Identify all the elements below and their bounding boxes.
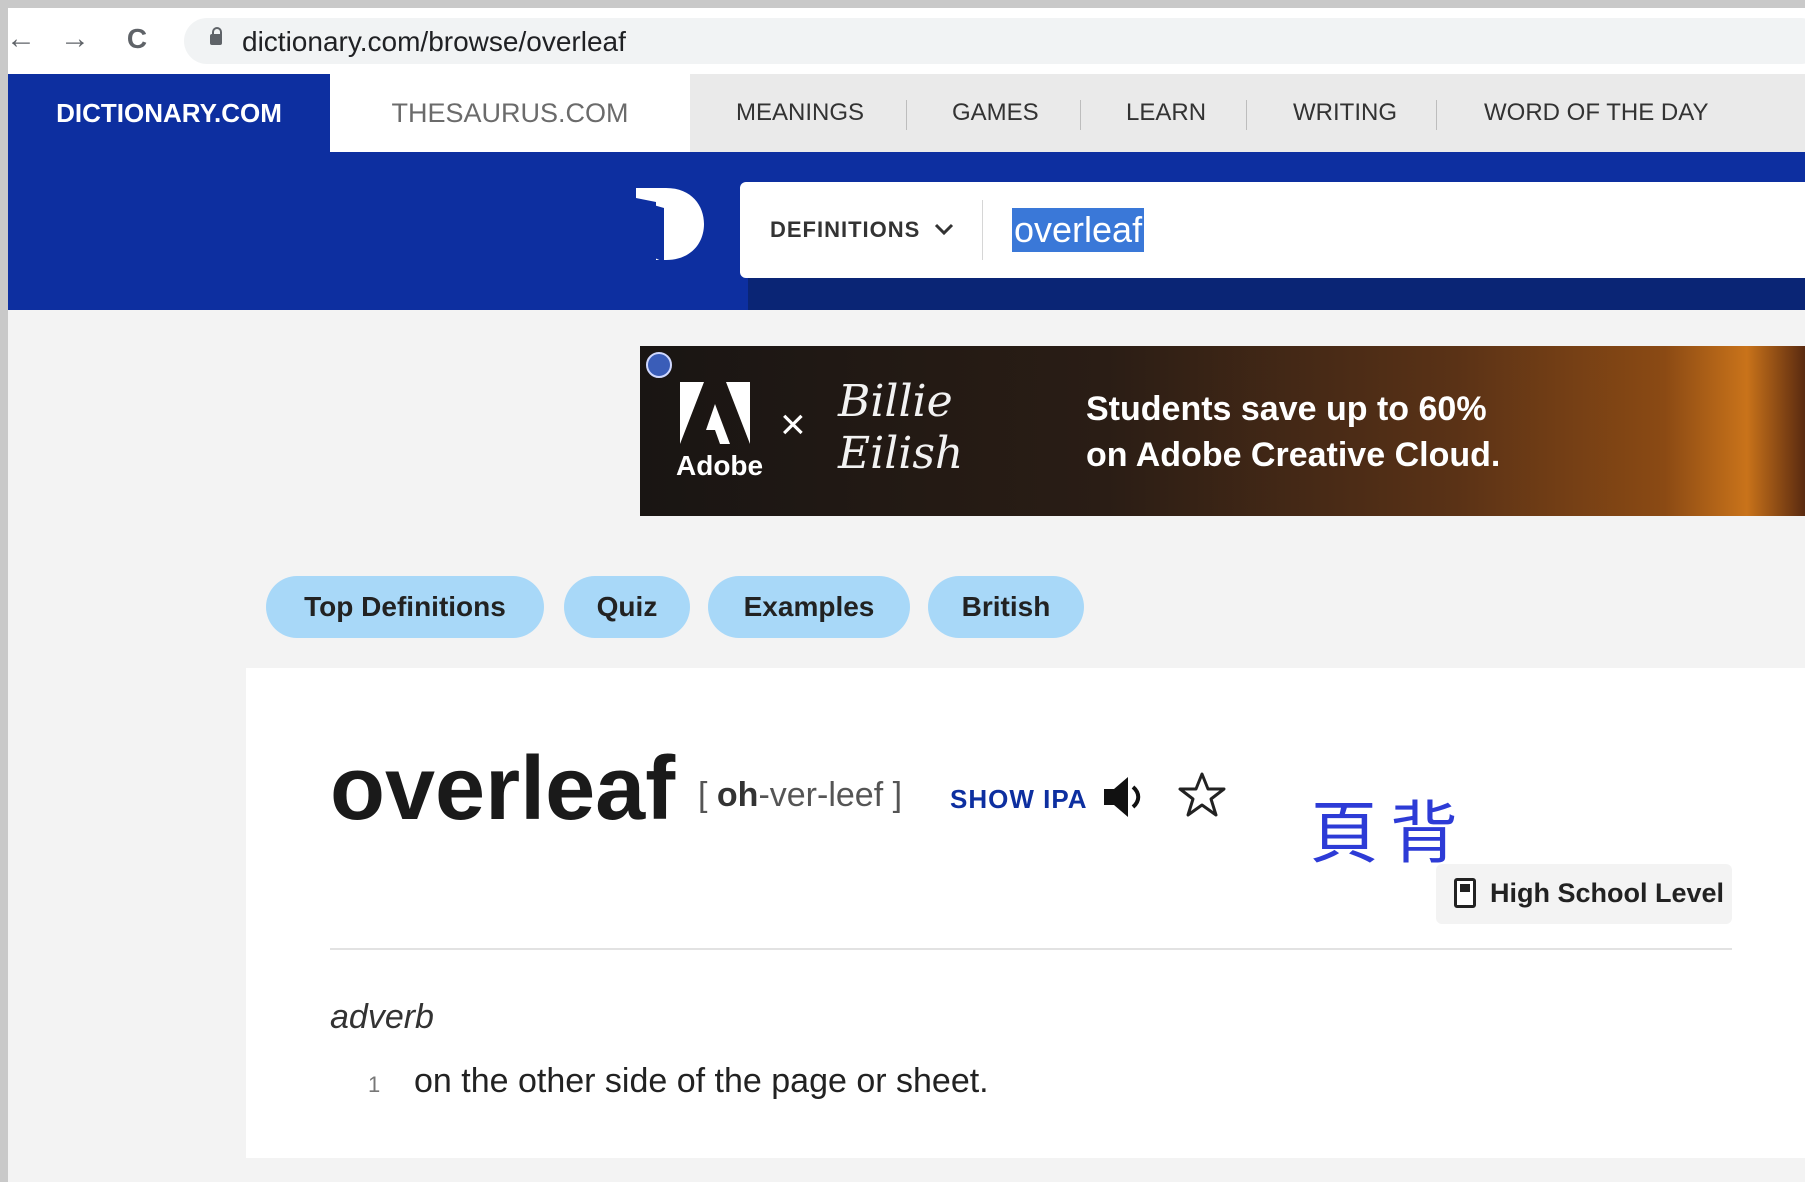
- back-arrow-icon[interactable]: ←: [8, 22, 38, 56]
- pronunciation: [ oh-ver-leef ]: [698, 776, 902, 815]
- ad-copy-line2: on Adobe Creative Cloud.: [1086, 436, 1501, 474]
- search-divider: [982, 200, 983, 260]
- site-top-nav: DICTIONARY.COM THESAURUS.COM MEANINGS GA…: [8, 74, 1805, 152]
- ad-x-mark: ×: [780, 400, 806, 449]
- menu-divider: [1246, 100, 1247, 130]
- adobe-logo-icon: [680, 382, 750, 444]
- forward-arrow-icon[interactable]: →: [58, 22, 92, 56]
- definition-card: overleaf [ oh-ver-leef ] SHOW IPA 頁背 Hig…: [246, 668, 1805, 1158]
- show-ipa-button[interactable]: SHOW IPA: [950, 784, 1088, 815]
- pron-stress: oh: [716, 776, 759, 814]
- difficulty-level-label: High School Level: [1490, 878, 1725, 908]
- book-icon: [1454, 878, 1476, 908]
- menu-item-games[interactable]: GAMES: [952, 74, 1039, 152]
- adobe-ad-banner[interactable]: Adobe × Billie Eilish Students save up t…: [640, 346, 1805, 516]
- difficulty-level-badge[interactable]: High School Level: [1436, 864, 1732, 924]
- pron-rest: -ver-leef ]: [758, 776, 903, 814]
- menu-divider: [1436, 100, 1437, 130]
- tab-dictionary[interactable]: DICTIONARY.COM: [8, 74, 330, 152]
- menu-divider: [906, 100, 907, 130]
- lock-icon: [210, 27, 222, 45]
- menu-item-meanings[interactable]: MEANINGS: [736, 74, 864, 152]
- menu-item-writing[interactable]: WRITING: [1293, 74, 1397, 152]
- ad-billie-eilish-logo: Billie Eilish: [838, 376, 963, 480]
- definition-number: 1: [368, 1072, 381, 1097]
- speaker-icon[interactable]: [1100, 772, 1150, 822]
- menu-item-word-of-the-day[interactable]: WORD OF THE DAY: [1484, 74, 1708, 152]
- browser-window: ← → C dictionary.com/browse/overleaf DIC…: [8, 8, 1805, 1182]
- ad-copy: Students save up to 60% on Adobe Creativ…: [1086, 386, 1500, 478]
- definitions-dropdown-label: DEFINITIONS: [770, 217, 921, 242]
- ad-copy-line1: Students save up to 60%: [1086, 390, 1487, 428]
- star-icon[interactable]: [1176, 770, 1228, 822]
- pill-examples[interactable]: Examples: [708, 576, 910, 638]
- ad-billie-line2: Eilish: [838, 428, 964, 479]
- dictionary-logo-icon[interactable]: [632, 182, 706, 264]
- ad-adobe-label: Adobe: [676, 450, 764, 481]
- pill-top-definitions[interactable]: Top Definitions: [266, 576, 544, 638]
- part-of-speech: adverb: [330, 998, 434, 1036]
- headword: overleaf: [330, 739, 676, 839]
- search-banner: DEFINITIONS overleaf: [8, 152, 1805, 310]
- search-box: DEFINITIONS overleaf: [740, 182, 1805, 278]
- pill-quiz[interactable]: Quiz: [564, 576, 690, 638]
- menu-divider: [1080, 100, 1081, 130]
- address-bar[interactable]: dictionary.com/browse/overleaf: [184, 18, 1805, 64]
- menu-item-learn[interactable]: LEARN: [1126, 74, 1206, 152]
- pron-open: [: [698, 776, 717, 814]
- divider: [330, 948, 1732, 950]
- handwritten-annotation: 頁背: [1310, 795, 1471, 874]
- definitions-dropdown[interactable]: DEFINITIONS: [770, 182, 954, 278]
- ad-billie-line1: Billie: [838, 376, 953, 427]
- reload-icon[interactable]: C: [120, 22, 154, 56]
- main-menu: MEANINGS GAMES LEARN WRITING WORD OF THE…: [690, 74, 1805, 152]
- chevron-down-icon: [935, 223, 954, 236]
- ad-badge-icon: [646, 352, 672, 378]
- tab-thesaurus[interactable]: THESAURUS.COM: [330, 74, 690, 152]
- pill-british[interactable]: British: [928, 576, 1084, 638]
- url-text[interactable]: dictionary.com/browse/overleaf: [242, 26, 626, 58]
- search-input[interactable]: overleaf: [1012, 208, 1145, 252]
- definition-text: on the other side of the page or sheet.: [414, 1062, 989, 1100]
- browser-toolbar: ← → C dictionary.com/browse/overleaf: [8, 8, 1805, 74]
